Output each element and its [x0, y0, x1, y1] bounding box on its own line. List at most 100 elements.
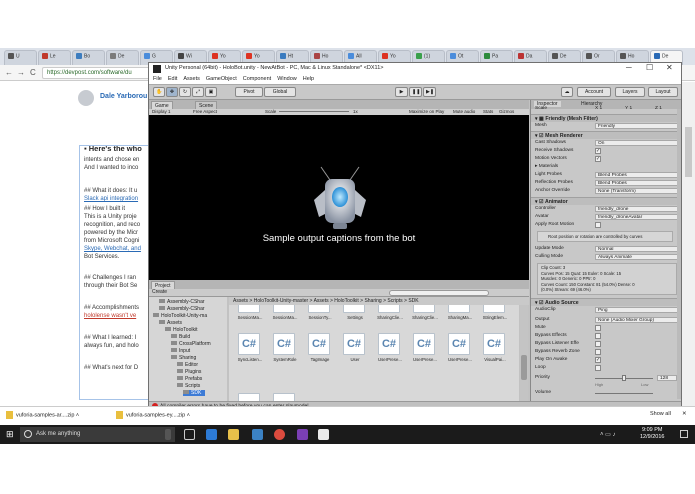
script-asset[interactable]: C# User — [340, 333, 370, 367]
loop-checkbox[interactable] — [595, 365, 601, 371]
play-button[interactable]: ▶ — [395, 87, 408, 97]
project-tree-item[interactable]: Assembly-CShar — [159, 299, 205, 305]
scale-slider[interactable] — [279, 111, 349, 112]
browser-tab[interactable]: Bo — [72, 50, 105, 65]
cortana-search-box[interactable]: Ask me anything — [20, 427, 175, 442]
close-button[interactable]: ✕ — [666, 63, 673, 72]
script-asset[interactable]: C# Settings — [340, 305, 370, 325]
motion-vectors-checkbox[interactable]: ✓ — [595, 156, 601, 162]
bypass-effects-checkbox[interactable] — [595, 333, 601, 339]
project-tree-item[interactable]: Assets — [159, 320, 182, 326]
project-tree-item[interactable]: Editor — [177, 362, 198, 368]
layout-dropdown[interactable]: Layout — [648, 87, 678, 97]
script-asset[interactable]: C# SessionTy... — [305, 305, 335, 325]
tab-scene[interactable]: Scene — [195, 101, 218, 109]
clock[interactable]: 9:09 PM 12/9/2016 — [640, 427, 664, 441]
mesh-filter-header[interactable]: ▾ ▦ Friendly (Mesh Filter) — [531, 114, 677, 122]
pause-button[interactable]: ❚❚ — [409, 87, 422, 97]
script-asset[interactable]: C# SessionMa... — [235, 305, 265, 325]
bypass-reverb-checkbox[interactable] — [595, 349, 601, 355]
bypass-listener-checkbox[interactable] — [595, 341, 601, 347]
move-tool-icon[interactable]: ✥ — [166, 87, 178, 97]
menu-item[interactable]: Edit — [168, 76, 177, 82]
cloud-icon[interactable]: ☁ — [561, 87, 573, 97]
apply-root-motion-checkbox[interactable] — [595, 222, 601, 228]
script-asset[interactable]: C# UserPrese... — [410, 333, 440, 367]
light-probes-dropdown[interactable]: Blend Probes — [595, 172, 679, 178]
close-downloads-icon[interactable]: ✕ — [682, 411, 687, 417]
browser-tab[interactable]: U — [4, 50, 37, 65]
script-asset[interactable]: C# SessionMa... — [270, 305, 300, 325]
script-asset[interactable]: C# SyncListen... — [235, 333, 265, 367]
menu-item[interactable]: Window — [277, 76, 297, 82]
anchor-override-field[interactable]: None (Transform) — [595, 188, 679, 194]
project-tree-item[interactable]: Prefabs — [177, 376, 202, 382]
inspector-scrollbar[interactable] — [677, 109, 681, 399]
create-dropdown[interactable]: Create — [152, 289, 167, 295]
play-on-awake-checkbox[interactable]: ✓ — [595, 357, 601, 363]
project-tree-item[interactable]: CrossPlatform — [171, 341, 211, 347]
store-icon[interactable] — [252, 429, 263, 440]
script-asset[interactable]: C# VisualPai... — [480, 333, 510, 367]
project-tree-item[interactable]: Input — [171, 348, 190, 354]
asset-scrollbar[interactable] — [520, 305, 528, 401]
download-item[interactable]: vuforia-samples-ar....zip ˄ — [6, 411, 79, 419]
project-search-input[interactable] — [389, 290, 489, 296]
tab-game[interactable]: Game — [151, 101, 173, 109]
project-tree-item[interactable]: Scripts — [177, 383, 200, 389]
volume-slider[interactable] — [595, 393, 653, 394]
csharp-script-icon[interactable] — [273, 393, 295, 401]
scale-y[interactable]: Y 1 — [625, 106, 632, 111]
file-explorer-icon[interactable] — [228, 429, 239, 440]
pivot-toggle[interactable]: Pivot — [235, 87, 263, 97]
scale-z[interactable]: Z 1 — [655, 106, 662, 111]
maximize-button[interactable]: ☐ — [646, 63, 653, 72]
cast-shadows-dropdown[interactable]: On — [595, 140, 679, 146]
gizmos-dropdown[interactable]: Gizmos — [499, 109, 514, 114]
author-name[interactable]: Dale Yarborou — [100, 93, 147, 100]
address-bar[interactable]: https://devpost.com/software/du — [42, 67, 162, 79]
menu-item[interactable]: Assets — [183, 76, 200, 82]
microphone-icon[interactable] — [165, 429, 171, 440]
scale-tool-icon[interactable]: ⤢ — [192, 87, 204, 97]
mute-checkbox[interactable] — [595, 325, 601, 331]
project-tree-item[interactable]: Build — [171, 334, 190, 340]
menu-item[interactable]: File — [153, 76, 162, 82]
game-viewport[interactable]: Sample output captions from the bot — [149, 115, 529, 280]
script-asset[interactable]: C# UserPrese... — [445, 333, 475, 367]
stats-toggle[interactable]: Stats — [483, 109, 493, 114]
project-tree-item[interactable]: HoloToolkit — [165, 327, 197, 333]
audio-source-header[interactable]: ▾ ☑ Audio Source — [531, 298, 677, 306]
unity-taskbar-icon[interactable] — [318, 429, 329, 440]
reload-icon[interactable]: C — [30, 68, 36, 77]
project-tree-item[interactable]: SDK — [183, 390, 206, 396]
output-field[interactable]: None (Audio Mixer Group) — [595, 317, 679, 323]
priority-value[interactable]: 128 — [657, 375, 677, 381]
minimize-button[interactable]: ─ — [626, 63, 632, 72]
animator-header[interactable]: ▾ ☑ Animator — [531, 197, 677, 205]
mesh-field[interactable]: Friendly — [595, 123, 679, 129]
layers-dropdown[interactable]: Layers — [615, 87, 645, 97]
script-asset[interactable]: C# SharingClie... — [375, 305, 405, 325]
avatar-field[interactable]: friendly_droneAvatar — [595, 214, 679, 220]
project-tree-item[interactable]: Assembly-CShar — [159, 306, 205, 312]
scale-x[interactable]: X 1 — [595, 106, 602, 111]
forward-icon[interactable]: → — [17, 68, 25, 77]
task-view-icon[interactable] — [184, 429, 195, 440]
controller-field[interactable]: friendly_drone — [595, 206, 679, 212]
tab-project[interactable]: Project — [151, 281, 175, 289]
priority-slider-handle[interactable] — [622, 375, 626, 381]
global-toggle[interactable]: Global — [264, 87, 296, 97]
account-dropdown[interactable]: Account — [577, 87, 611, 97]
chrome-icon[interactable] — [274, 429, 285, 440]
back-icon[interactable]: ← — [5, 68, 13, 77]
maximize-on-play-toggle[interactable]: Maximize on Play — [409, 109, 444, 114]
script-asset[interactable]: C# UserPrese... — [375, 333, 405, 367]
script-asset[interactable]: C# SystemRole — [270, 333, 300, 367]
project-tree-item[interactable]: HoloToolkit-Unity-ma — [153, 313, 207, 319]
browser-tab[interactable]: Le — [38, 50, 71, 65]
script-asset[interactable]: C# TagImage — [305, 333, 335, 367]
notifications-icon[interactable] — [680, 430, 688, 438]
aspect-dropdown[interactable]: Free Aspect — [193, 109, 217, 114]
project-tree-item[interactable]: Sharing — [171, 355, 196, 361]
